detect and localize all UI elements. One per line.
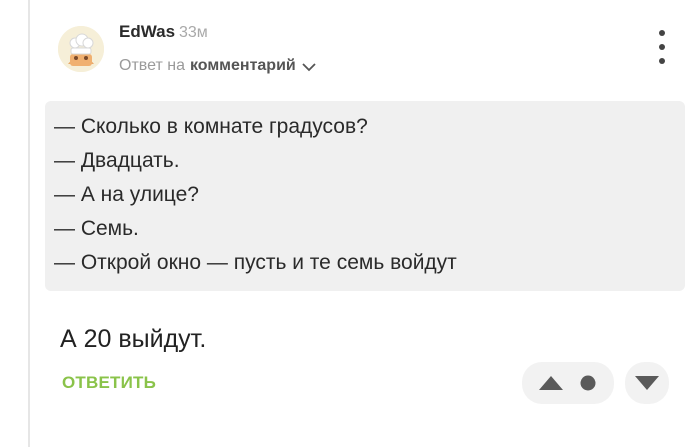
downvote-button[interactable]: [625, 362, 669, 404]
vote-group: [522, 362, 614, 404]
comment-text: А 20 выйдут.: [60, 325, 207, 353]
reply-to-link[interactable]: Ответ на комментарий: [119, 57, 316, 75]
thread-line: [28, 0, 30, 447]
avatar-chef-icon: [58, 26, 104, 72]
quote-line: — Семь.: [54, 217, 139, 240]
triangle-up-icon[interactable]: [538, 375, 564, 391]
quote-line: — Двадцать.: [54, 149, 180, 172]
reply-to-prefix: Ответ на: [119, 57, 185, 74]
quote-line: — Сколько в комнате градусов?: [54, 115, 368, 138]
comment-time: 33м: [179, 24, 208, 41]
triangle-down-icon: [635, 376, 659, 390]
avatar[interactable]: [58, 26, 104, 72]
reply-to-target: комментарий: [189, 57, 296, 74]
quote-line: — Открой окно — пусть и те семь войдут: [54, 251, 457, 274]
chevron-down-icon: [302, 62, 316, 71]
quote-line: — А на улице?: [54, 183, 199, 206]
reply-button[interactable]: ОТВЕТИТЬ: [62, 373, 156, 393]
author-name[interactable]: EdWas: [119, 22, 175, 42]
more-vertical-icon[interactable]: [652, 30, 672, 64]
dot-icon: [580, 375, 596, 391]
